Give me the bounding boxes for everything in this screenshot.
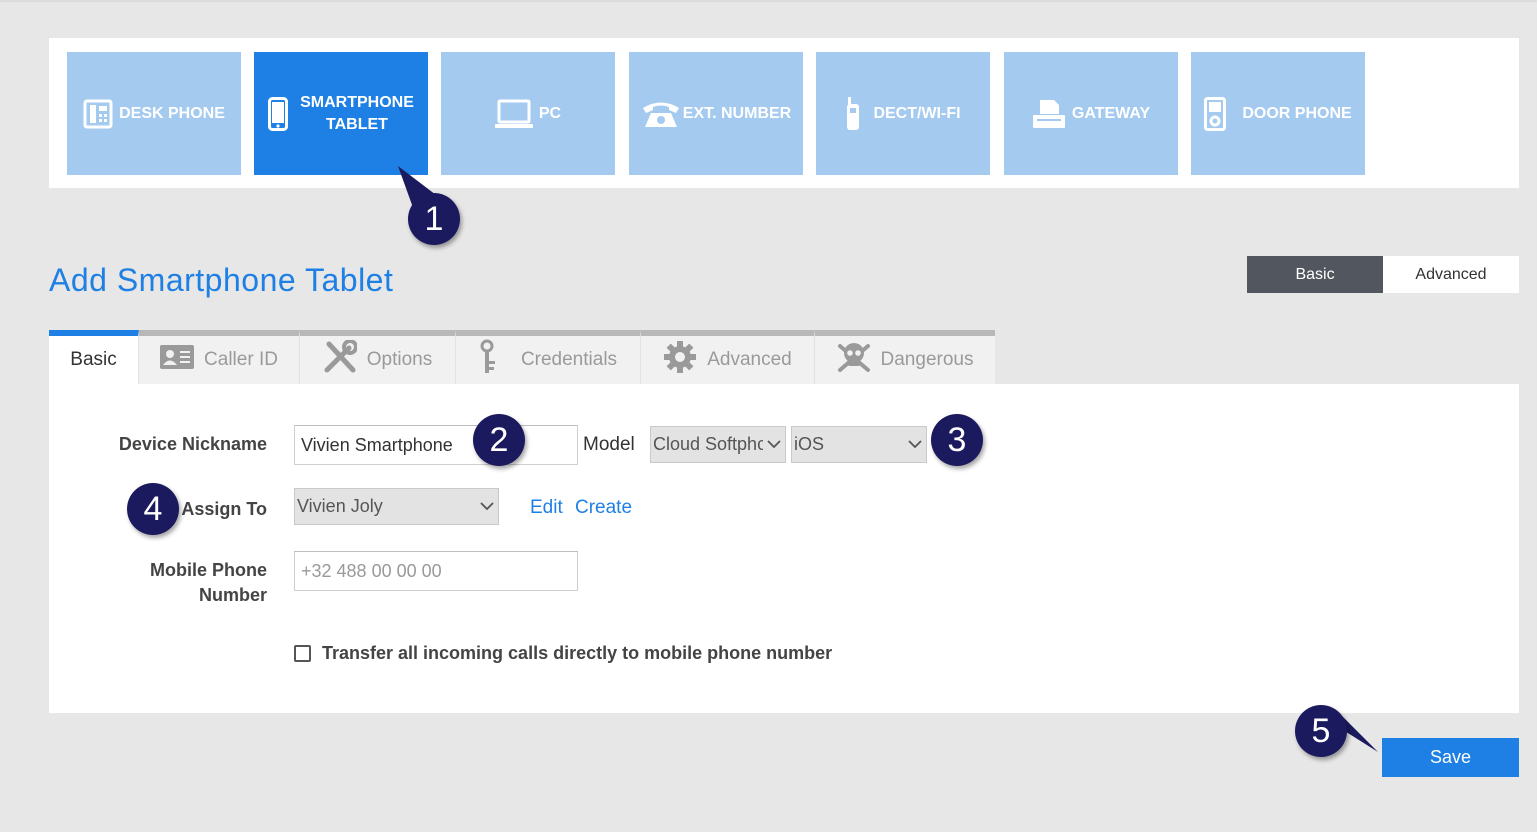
- mobile-phone-label: Mobile Phone Number: [150, 558, 267, 608]
- device-tile-label: DOOR PHONE: [1242, 104, 1352, 122]
- desk-phone-icon: [83, 99, 113, 129]
- device-tile-label-line2: TABLET: [326, 115, 388, 133]
- tools-icon: [323, 339, 358, 380]
- callout-5: 5: [1295, 705, 1347, 757]
- callout-4: 4: [127, 483, 179, 535]
- tab-credentials[interactable]: Credentials: [456, 330, 641, 384]
- key-icon: [479, 339, 499, 381]
- smartphone-icon: [268, 96, 289, 131]
- mobile-phone-label-line1: Mobile Phone: [150, 560, 267, 580]
- assign-to-select-value: Vivien Joly: [297, 496, 383, 516]
- device-tile-desk-phone[interactable]: DESK PHONE: [67, 52, 241, 175]
- assign-to-label: Assign To: [181, 499, 267, 519]
- os-select-value: iOS: [794, 434, 825, 454]
- mode-advanced-button[interactable]: Advanced: [1383, 256, 1519, 293]
- device-tile-pc[interactable]: PC: [441, 52, 615, 175]
- device-tile-smartphone-tablet[interactable]: SMARTPHONE TABLET: [254, 52, 428, 175]
- callout-3: 3: [931, 414, 983, 466]
- device-tile-label-line1: SMARTPHONE: [300, 93, 414, 111]
- page-title: Add Smartphone Tablet: [49, 262, 394, 298]
- tab-options[interactable]: Options: [300, 330, 456, 384]
- device-tile-label: GATEWAY: [1071, 104, 1151, 122]
- mode-basic-button[interactable]: Basic: [1247, 256, 1383, 293]
- save-button[interactable]: Save: [1382, 738, 1519, 777]
- device-nickname-input[interactable]: [294, 425, 578, 465]
- top-border: [0, 0, 1537, 2]
- device-tile-dect-wifi[interactable]: DECT/WI-FI: [816, 52, 990, 175]
- mobile-phone-label-line2: Number: [198, 585, 267, 605]
- device-nickname-label: Device Nickname: [118, 434, 267, 454]
- edit-user-link[interactable]: Edit: [530, 497, 563, 519]
- mode-toggle: Basic Advanced: [1247, 256, 1519, 293]
- device-tile-label: DECT/WI-FI: [873, 104, 961, 122]
- tab-label: Caller ID: [204, 349, 278, 370]
- tab-caller-id[interactable]: Caller ID: [139, 330, 300, 384]
- tab-label: Advanced: [707, 349, 792, 370]
- basic-settings-form: Device Nickname Model Cloud Softphc iOS …: [49, 384, 1519, 713]
- transfer-calls-label: Transfer all incoming calls directly to …: [322, 643, 833, 663]
- pc-icon: [494, 99, 533, 129]
- chevron-down-icon: [763, 440, 785, 449]
- settings-tabs: Basic Caller ID Options Credentials Adva…: [49, 330, 995, 384]
- device-tile-label: EXT. NUMBER: [682, 104, 792, 122]
- dect-phone-icon: [845, 96, 861, 131]
- device-type-bar: DESK PHONE SMARTPHONE TABLET PC EXT. NUM…: [49, 38, 1519, 188]
- device-tile-label: SMARTPHONE TABLET: [300, 92, 414, 136]
- assign-to-select[interactable]: Vivien Joly: [294, 488, 499, 525]
- tab-label: Credentials: [520, 349, 618, 370]
- tab-basic[interactable]: Basic: [49, 330, 139, 384]
- tab-label: Dangerous: [880, 349, 974, 370]
- tab-dangerous[interactable]: Dangerous: [815, 330, 995, 384]
- tab-advanced[interactable]: Advanced: [641, 330, 815, 384]
- id-card-icon: [160, 345, 195, 375]
- transfer-calls-checkbox[interactable]: [294, 645, 311, 662]
- gateway-icon: [1032, 98, 1066, 130]
- device-tile-label: PC: [538, 104, 562, 122]
- device-tile-door-phone[interactable]: DOOR PHONE: [1191, 52, 1365, 175]
- tab-label: Options: [366, 349, 433, 370]
- device-tile-ext-number[interactable]: EXT. NUMBER: [629, 52, 803, 175]
- telephone-icon: [641, 99, 681, 129]
- model-label: Model: [583, 434, 635, 455]
- mobile-phone-input[interactable]: [294, 551, 578, 591]
- skull-icon: [837, 340, 871, 380]
- model-select[interactable]: Cloud Softphc: [650, 426, 786, 463]
- model-select-value: Cloud Softphc: [653, 434, 763, 454]
- device-tile-gateway[interactable]: GATEWAY: [1004, 52, 1178, 175]
- create-user-link[interactable]: Create: [575, 497, 632, 519]
- tab-label: Basic: [70, 349, 117, 370]
- device-tile-label: DESK PHONE: [119, 104, 225, 122]
- chevron-down-icon: [476, 502, 498, 511]
- callout-1: 1: [408, 193, 460, 245]
- door-phone-icon: [1204, 96, 1227, 131]
- os-select[interactable]: iOS: [791, 426, 927, 463]
- chevron-down-icon: [904, 440, 926, 449]
- gear-icon: [663, 340, 697, 380]
- callout-2: 2: [473, 414, 525, 466]
